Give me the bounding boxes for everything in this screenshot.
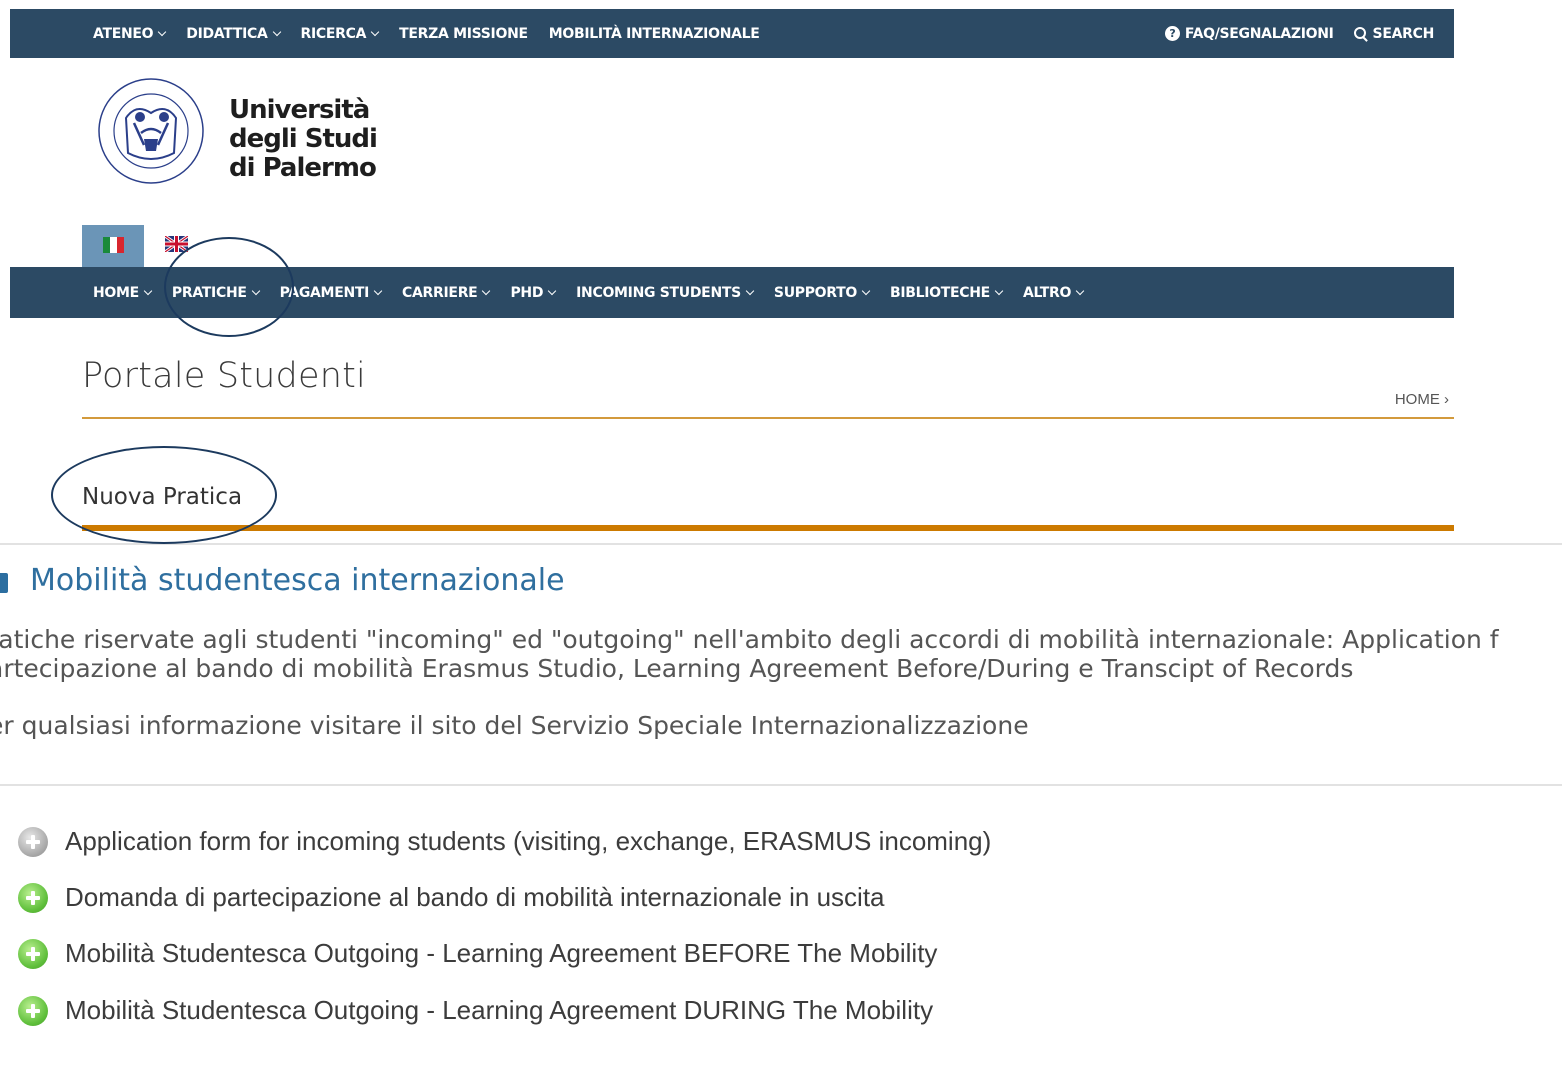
add-icon bbox=[18, 938, 48, 969]
university-seal-logo[interactable] bbox=[96, 73, 206, 193]
main-nav-label: CARRIERE bbox=[402, 284, 478, 301]
search-link[interactable]: SEARCH bbox=[1353, 25, 1435, 42]
main-nav-label: ALTRO bbox=[1022, 284, 1072, 301]
main-nav-label: PHD bbox=[510, 284, 544, 301]
top-right-links: ? FAQ/SEGNALAZIONI SEARCH bbox=[1145, 9, 1434, 58]
language-italian-button[interactable] bbox=[82, 225, 144, 267]
main-nav-incoming-students[interactable]: INCOMING STUDENTS bbox=[576, 284, 755, 301]
pratica-label: Application form for incoming students (… bbox=[65, 826, 992, 856]
pratica-item-learning-agreement-before[interactable]: Mobilità Studentesca Outgoing - Learning… bbox=[18, 938, 937, 969]
add-icon bbox=[18, 882, 48, 913]
university-name[interactable]: Università degli Studi di Palermo bbox=[229, 95, 378, 183]
logo-line-1: Università bbox=[229, 95, 370, 125]
faq-label: FAQ/SEGNALAZIONI bbox=[1184, 25, 1334, 42]
pratica-label: Mobilità Studentesca Outgoing - Learning… bbox=[65, 995, 934, 1025]
main-nav-home[interactable]: HOME bbox=[93, 284, 153, 301]
top-nav-mobilita-internazionale[interactable]: MOBILITÀ INTERNAZIONALE bbox=[549, 26, 760, 42]
section-divider bbox=[82, 525, 1454, 531]
logo-line-2: degli Studi bbox=[229, 124, 378, 154]
chevron-down-icon bbox=[272, 27, 281, 36]
main-nav-pagamenti[interactable]: PAGAMENTI bbox=[280, 285, 383, 301]
category-bottom-separator bbox=[0, 784, 1562, 786]
top-nav-didattica[interactable]: DIDATTICA bbox=[186, 25, 281, 42]
category-description-line: artecipazione al bando di mobilità Erasm… bbox=[0, 654, 1354, 683]
main-nav-supporto[interactable]: SUPPORTO bbox=[773, 284, 871, 301]
main-nav-carriere[interactable]: CARRIERE bbox=[402, 284, 491, 301]
chevron-down-icon bbox=[1075, 286, 1085, 295]
chevron-down-icon bbox=[373, 286, 383, 295]
chevron-down-icon bbox=[547, 286, 557, 295]
chevron-down-icon bbox=[861, 286, 871, 295]
breadcrumb-home[interactable]: HOME › bbox=[1395, 391, 1449, 408]
chevron-down-icon bbox=[482, 286, 491, 295]
main-nav-phd[interactable]: PHD bbox=[510, 284, 557, 301]
annotation-ellipse-pratiche bbox=[164, 237, 294, 337]
top-bar: ATENEO DIDATTICA RICERCA TERZA MISSIONE … bbox=[10, 9, 1454, 58]
category-top-separator bbox=[0, 543, 1562, 545]
main-nav-label: HOME bbox=[93, 284, 139, 301]
chevron-down-icon bbox=[158, 27, 167, 36]
category-title[interactable]: Mobilità studentesca internazionale bbox=[30, 563, 565, 598]
chevron-down-icon bbox=[745, 286, 755, 295]
pratica-item-learning-agreement-during[interactable]: Mobilità Studentesca Outgoing - Learning… bbox=[18, 995, 933, 1026]
annotation-ellipse-nuova-pratica bbox=[51, 446, 277, 544]
category-description-line: ratiche riservate agli studenti "incomin… bbox=[0, 625, 1499, 654]
main-nav-label: INCOMING STUDENTS bbox=[576, 284, 741, 301]
top-nav-ateneo[interactable]: ATENEO bbox=[93, 25, 167, 42]
category-info-link[interactable]: er qualsiasi informazione visitare il si… bbox=[0, 711, 1029, 740]
question-circle-icon: ? bbox=[1164, 26, 1180, 41]
pratica-item-domanda-partecipazione[interactable]: Domanda di partecipazione al bando di mo… bbox=[18, 882, 885, 913]
title-divider bbox=[82, 417, 1454, 419]
faq-link[interactable]: ? FAQ/SEGNALAZIONI bbox=[1164, 25, 1334, 42]
main-nav-label: SUPPORTO bbox=[773, 284, 857, 301]
category-description: ratiche riservate agli studenti "incomin… bbox=[0, 625, 1499, 683]
search-icon bbox=[1353, 26, 1368, 41]
main-nav-altro[interactable]: ALTRO bbox=[1022, 284, 1085, 301]
italy-flag-icon bbox=[103, 237, 124, 253]
top-nav-label: TERZA MISSIONE bbox=[399, 25, 528, 42]
add-icon bbox=[18, 995, 48, 1026]
chevron-down-icon bbox=[994, 286, 1004, 295]
chevron-down-icon bbox=[370, 27, 380, 36]
main-nav-label: BIBLIOTECHE bbox=[889, 284, 990, 301]
search-label: SEARCH bbox=[1372, 25, 1435, 42]
pratica-label: Domanda di partecipazione al bando di mo… bbox=[65, 882, 885, 912]
top-nav-terza-missione[interactable]: TERZA MISSIONE bbox=[399, 26, 528, 42]
collapse-toggle-icon[interactable] bbox=[0, 573, 8, 593]
top-nav-label: RICERCA bbox=[300, 25, 367, 42]
pratica-item-application-form[interactable]: Application form for incoming students (… bbox=[18, 826, 991, 857]
main-nav-biblioteche[interactable]: BIBLIOTECHE bbox=[889, 284, 1004, 301]
add-disabled-icon bbox=[18, 826, 48, 857]
top-nav-label: ATENEO bbox=[93, 25, 154, 42]
top-nav-label: MOBILITÀ INTERNAZIONALE bbox=[548, 25, 760, 42]
top-nav: ATENEO DIDATTICA RICERCA TERZA MISSIONE … bbox=[93, 9, 781, 58]
top-nav-label: DIDATTICA bbox=[186, 25, 268, 42]
chevron-down-icon bbox=[143, 286, 153, 295]
logo-line-3: di Palermo bbox=[229, 153, 377, 183]
page-title: Portale Studenti bbox=[82, 356, 366, 396]
top-nav-ricerca[interactable]: RICERCA bbox=[300, 25, 380, 42]
pratica-label: Mobilità Studentesca Outgoing - Learning… bbox=[65, 938, 938, 968]
